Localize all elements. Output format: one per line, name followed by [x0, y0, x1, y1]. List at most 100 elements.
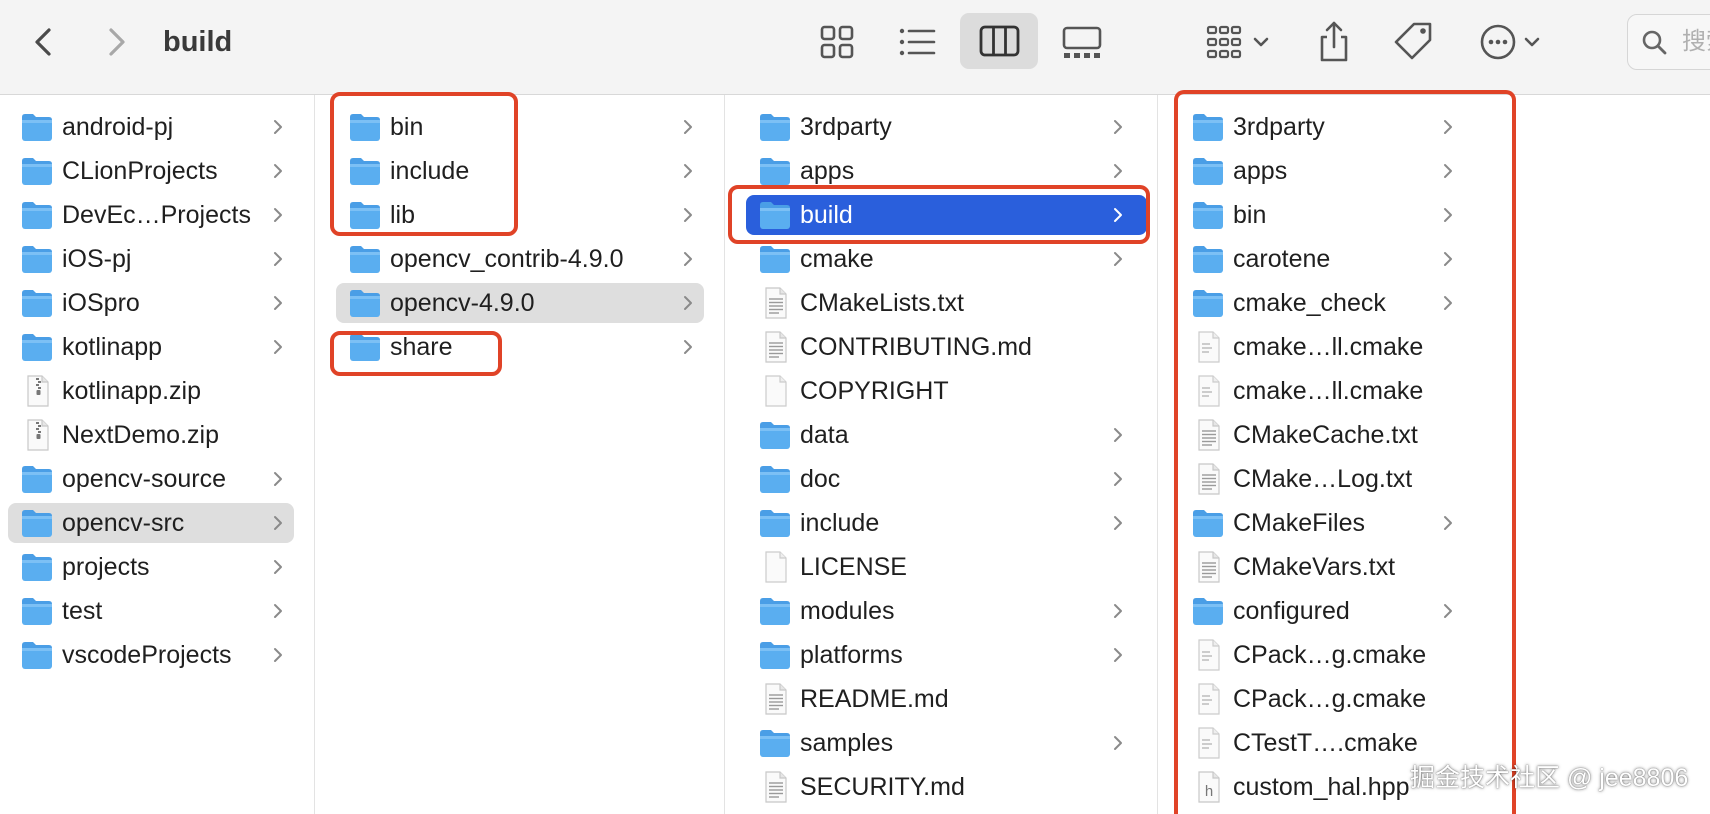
- watermark: 掘金技术社区 @ jee8806: [1410, 764, 1689, 792]
- search-input[interactable]: [1680, 25, 1710, 59]
- chevron-right-icon: [1110, 237, 1126, 281]
- list-item[interactable]: kotlinapp: [0, 325, 314, 369]
- column-3: 3rdparty apps build cmake CMakeLists.txt…: [725, 95, 1158, 814]
- chevron-right-icon: [1110, 457, 1126, 501]
- list-item[interactable]: 3rdparty: [1158, 105, 1710, 149]
- list-item[interactable]: SECURITY.md: [725, 765, 1157, 809]
- list-item[interactable]: data: [725, 413, 1157, 457]
- list-item[interactable]: opencv-source: [0, 457, 314, 501]
- list-item[interactable]: cmake_check: [1158, 281, 1710, 325]
- list-item[interactable]: kotlinapp.zip: [0, 369, 314, 413]
- list-item[interactable]: CMakeLists.txt: [725, 281, 1157, 325]
- chevron-right-icon: [1440, 149, 1456, 193]
- column-4: 3rdparty apps bin carotene cmake_check c…: [1158, 95, 1710, 814]
- list-item[interactable]: opencv-src: [0, 501, 314, 545]
- list-item[interactable]: cmake…ll.cmake: [1158, 369, 1710, 413]
- list-item[interactable]: configured: [1158, 589, 1710, 633]
- item-name: apps: [800, 157, 855, 185]
- folder-icon: [20, 243, 54, 275]
- list-item[interactable]: bin: [1158, 193, 1710, 237]
- item-name: 3rdparty: [800, 113, 892, 141]
- search-field[interactable]: [1627, 14, 1710, 70]
- list-item[interactable]: test: [0, 589, 314, 633]
- chevron-right-icon: [1110, 721, 1126, 765]
- list-item[interactable]: share: [315, 325, 724, 369]
- list-item[interactable]: LICENSE: [725, 545, 1157, 589]
- item-name: apps: [1233, 157, 1288, 185]
- list-item[interactable]: 3rdparty: [725, 105, 1157, 149]
- item-name: cmake: [800, 245, 874, 273]
- list-item[interactable]: bin: [315, 105, 724, 149]
- folder-icon: [20, 463, 54, 495]
- folder-icon: [20, 155, 54, 187]
- folder-icon: [758, 463, 792, 495]
- list-item[interactable]: cmake: [725, 237, 1157, 281]
- folder-icon: [348, 287, 382, 319]
- list-item[interactable]: platforms: [725, 633, 1157, 677]
- list-item[interactable]: COPYRIGHT: [725, 369, 1157, 413]
- tags-button[interactable]: [1388, 14, 1440, 70]
- text-file-icon: [758, 771, 792, 803]
- column-1: android-pj CLionProjects DevEc…Projects …: [0, 95, 315, 814]
- folder-icon: [1191, 155, 1225, 187]
- gallery-view-button[interactable]: [1056, 14, 1108, 70]
- item-name: include: [390, 157, 470, 185]
- grid-icon: [820, 25, 854, 59]
- header-file-icon: h: [1191, 771, 1225, 803]
- folder-icon: [348, 199, 382, 231]
- list-item[interactable]: opencv_contrib-4.9.0: [315, 237, 724, 281]
- list-item[interactable]: modules: [725, 589, 1157, 633]
- chevron-right-icon: [1440, 501, 1456, 545]
- list-item[interactable]: iOSpro: [0, 281, 314, 325]
- item-name: opencv-source: [62, 465, 226, 493]
- icon-view-button[interactable]: [812, 14, 862, 70]
- item-name: README.md: [800, 685, 949, 713]
- list-item[interactable]: apps: [725, 149, 1157, 193]
- column-view-button[interactable]: [960, 13, 1038, 69]
- list-item[interactable]: CMakeCache.txt: [1158, 413, 1710, 457]
- list-item[interactable]: CPack…g.cmake: [1158, 677, 1710, 721]
- forward-button[interactable]: [94, 20, 138, 64]
- more-actions-button[interactable]: [1474, 14, 1554, 70]
- list-item[interactable]: opencv-4.9.0: [315, 281, 724, 325]
- list-item[interactable]: DevEc…Projects: [0, 193, 314, 237]
- share-button[interactable]: [1310, 14, 1358, 70]
- item-name: custom_hal.hpp: [1233, 773, 1410, 801]
- item-name: opencv_contrib-4.9.0: [390, 245, 624, 273]
- item-name: build: [800, 201, 853, 229]
- item-name: opencv-4.9.0: [390, 289, 535, 317]
- list-item[interactable]: CMakeFiles: [1158, 501, 1710, 545]
- list-item[interactable]: projects: [0, 545, 314, 589]
- list-item[interactable]: android-pj: [0, 105, 314, 149]
- list-item[interactable]: CMake…Log.txt: [1158, 457, 1710, 501]
- list-item[interactable]: cmake…ll.cmake: [1158, 325, 1710, 369]
- list-item[interactable]: apps: [1158, 149, 1710, 193]
- item-name: CMakeVars.txt: [1233, 553, 1396, 581]
- list-item[interactable]: iOS-pj: [0, 237, 314, 281]
- chevron-right-icon: [1440, 193, 1456, 237]
- list-item[interactable]: vscodeProjects: [0, 633, 314, 677]
- group-button[interactable]: [1200, 14, 1276, 70]
- chevron-right-icon: [1440, 589, 1456, 633]
- list-item[interactable]: CLionProjects: [0, 149, 314, 193]
- list-item[interactable]: CONTRIBUTING.md: [725, 325, 1157, 369]
- list-item[interactable]: doc: [725, 457, 1157, 501]
- list-item[interactable]: lib: [315, 193, 724, 237]
- folder-icon: [1191, 199, 1225, 231]
- list-item[interactable]: include: [315, 149, 724, 193]
- list-item[interactable]: CPack…g.cmake: [1158, 633, 1710, 677]
- list-item[interactable]: samples: [725, 721, 1157, 765]
- list-item[interactable]: NextDemo.zip: [0, 413, 314, 457]
- list-view-button[interactable]: [892, 14, 942, 70]
- chevron-right-icon: [270, 633, 286, 677]
- item-name: CMakeLists.txt: [800, 289, 964, 317]
- list-item[interactable]: include: [725, 501, 1157, 545]
- chevron-right-icon: [680, 105, 696, 149]
- text-file-icon: [758, 331, 792, 363]
- list-item[interactable]: build: [725, 193, 1157, 237]
- list-item[interactable]: README.md: [725, 677, 1157, 721]
- list-item[interactable]: CMakeVars.txt: [1158, 545, 1710, 589]
- list-item[interactable]: carotene: [1158, 237, 1710, 281]
- back-button[interactable]: [22, 20, 66, 64]
- folder-icon: [758, 639, 792, 671]
